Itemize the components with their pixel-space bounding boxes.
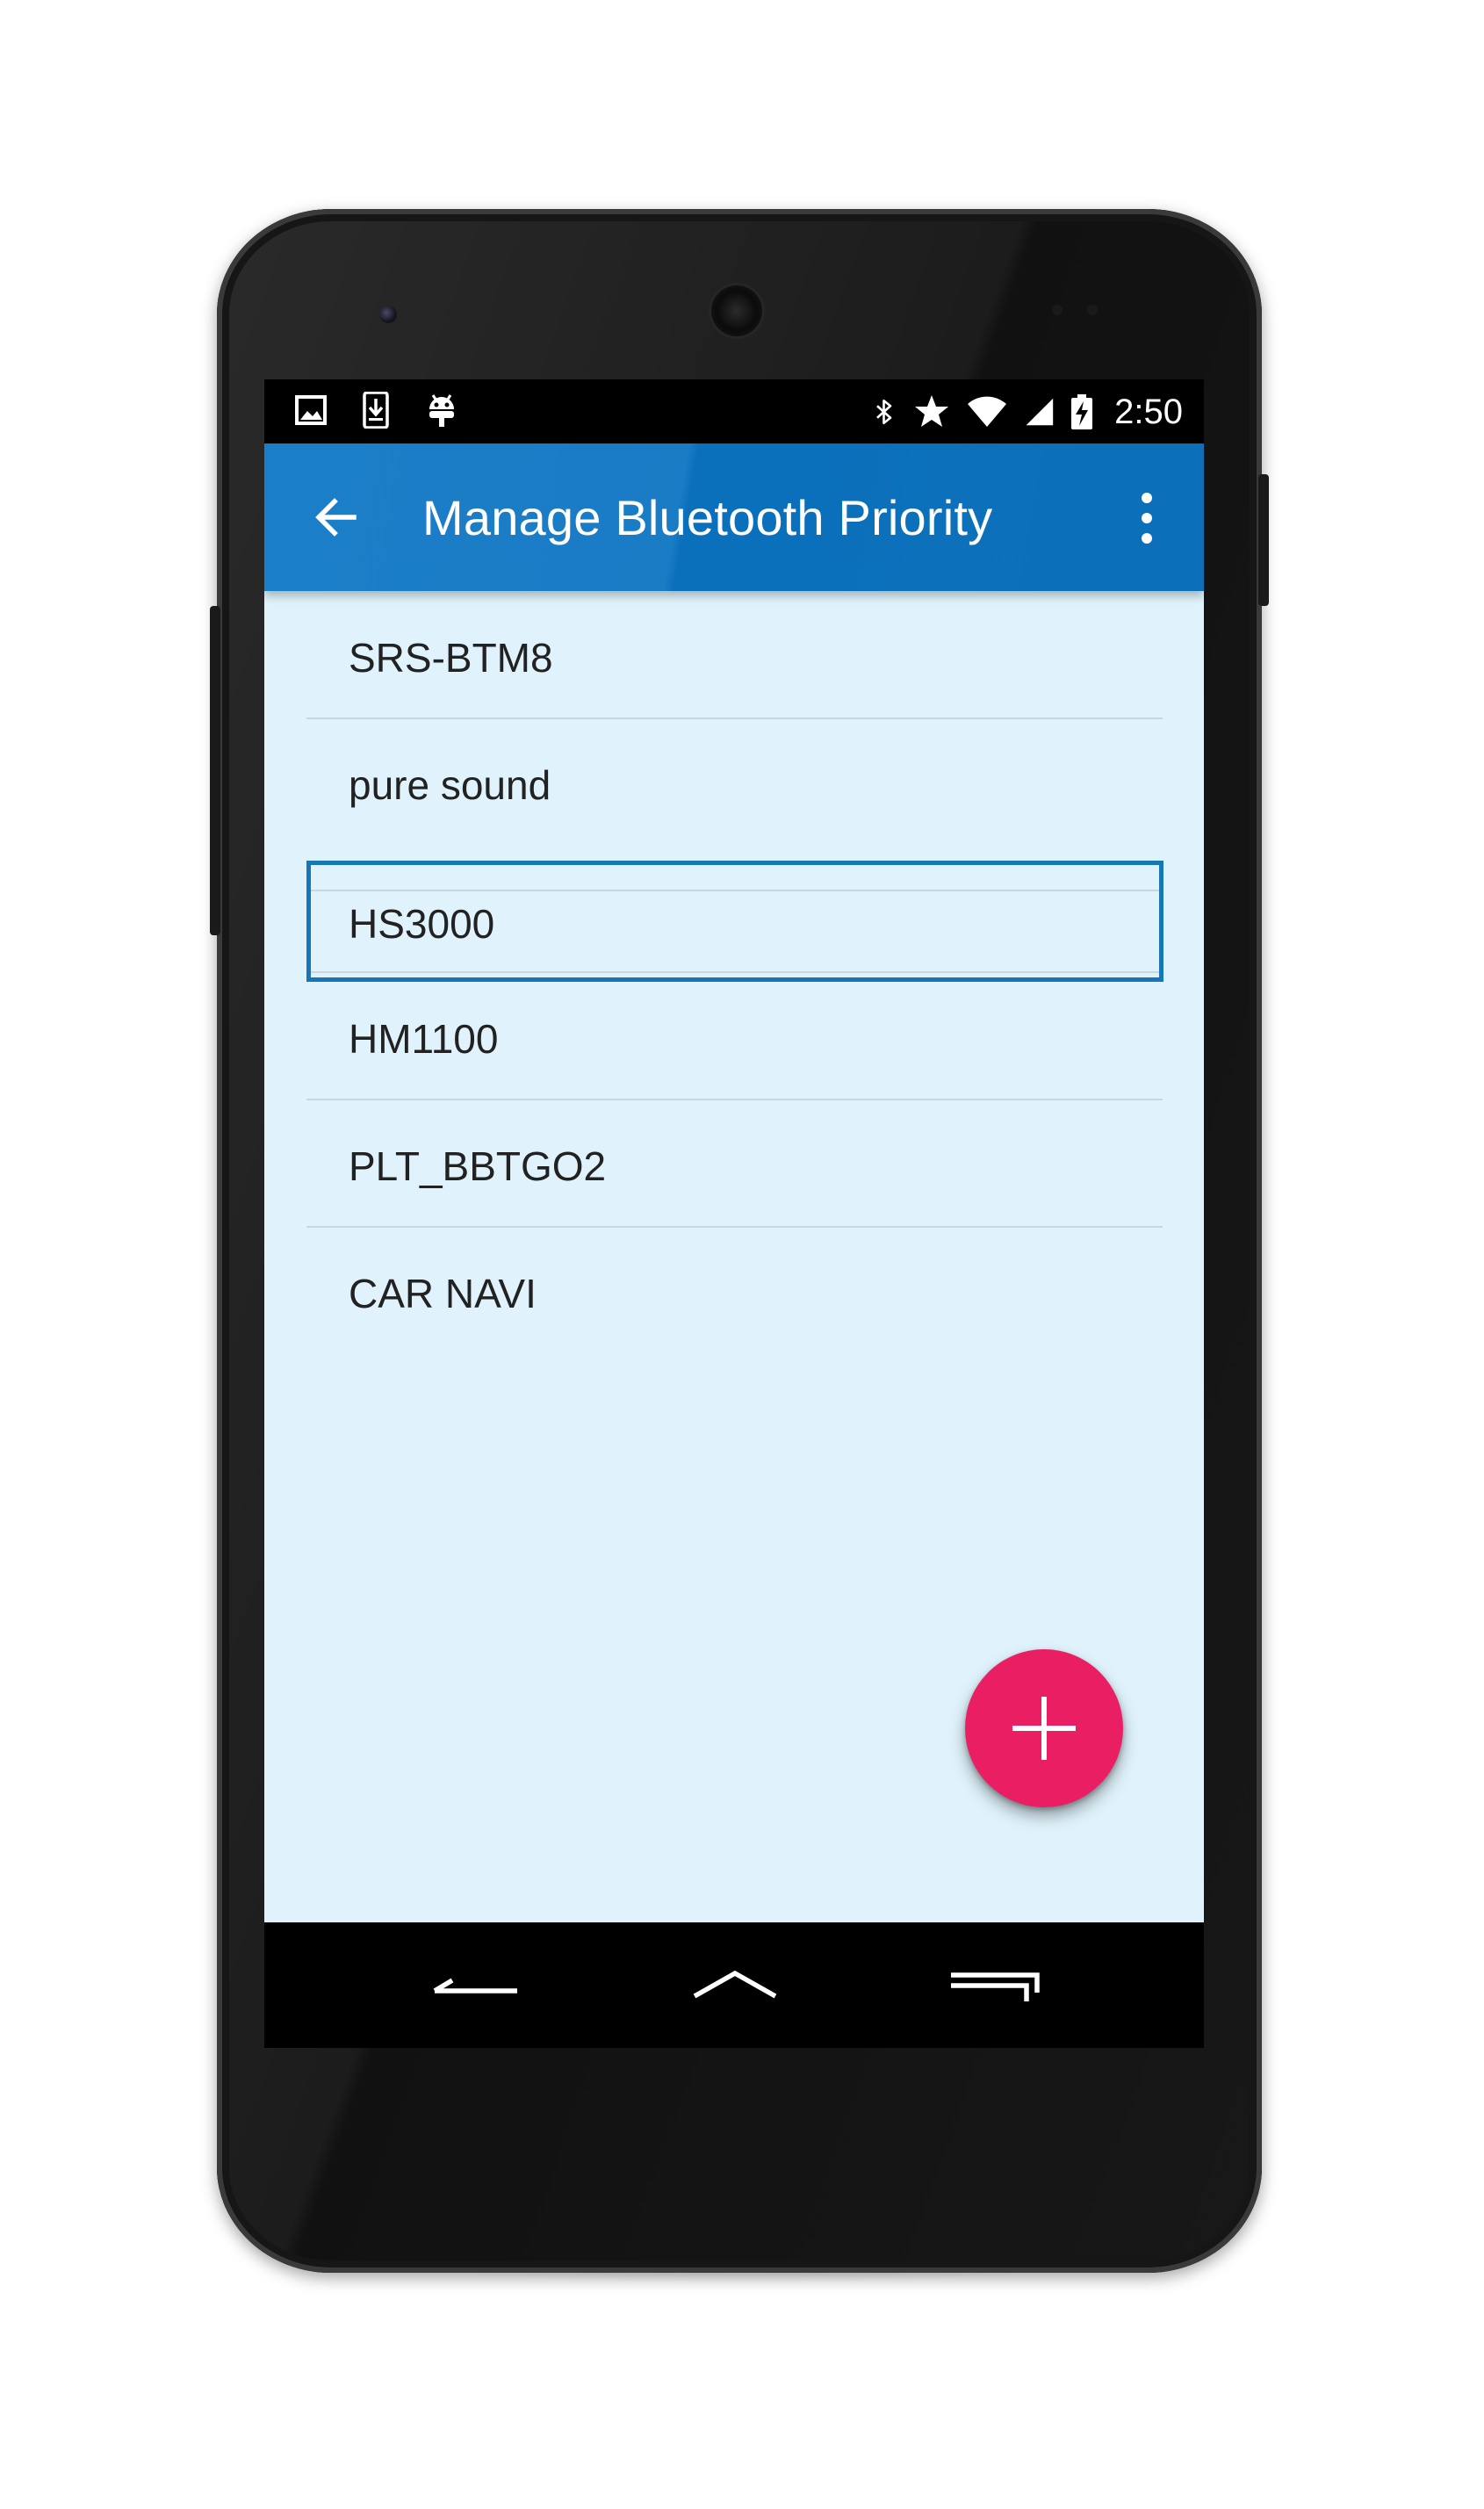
device-name: CAR NAVI	[349, 1271, 537, 1316]
nav-home-icon[interactable]	[682, 1956, 788, 2017]
device-name: HM1100	[349, 1016, 499, 1062]
status-bar: 2:50	[264, 379, 1204, 443]
list-item[interactable]: PLT_BBTGO2	[306, 1099, 1163, 1228]
star-icon	[915, 395, 949, 427]
nav-recents-icon[interactable]	[944, 1956, 1049, 2017]
screen: 2:50 Manage Bluetooth Priority SRS-BTM8 …	[264, 379, 1204, 2048]
power-button	[1258, 474, 1269, 606]
add-icon	[1012, 1697, 1076, 1760]
dragged-list-item[interactable]: HS3000	[306, 861, 1163, 982]
divider	[311, 890, 1159, 891]
earpiece-speaker	[711, 285, 762, 336]
status-time: 2:50	[1114, 392, 1183, 431]
nav-back-icon[interactable]	[421, 1956, 526, 2017]
list-item[interactable]: HM1100	[306, 971, 1163, 1100]
app-bar: Manage Bluetooth Priority	[264, 443, 1204, 591]
more-vert-icon[interactable]	[1129, 487, 1164, 549]
bluetooth-icon	[876, 399, 892, 425]
volume-button	[210, 606, 220, 935]
front-camera	[379, 306, 397, 323]
device-name: PLT_BBTGO2	[349, 1143, 607, 1189]
device-name: pure sound	[349, 762, 551, 808]
add-button[interactable]	[965, 1649, 1123, 1807]
wifi-icon	[968, 396, 1007, 427]
list-item[interactable]: SRS-BTM8	[306, 590, 1163, 719]
list-item[interactable]: CAR NAVI	[306, 1226, 1163, 1353]
download-icon	[363, 392, 389, 429]
list-item[interactable]: pure sound	[306, 717, 1163, 845]
page-title: Manage Bluetooth Priority	[422, 490, 993, 545]
navigation-bar	[264, 1922, 1204, 2048]
battery-charging-icon	[1071, 394, 1093, 429]
device-name: SRS-BTM8	[349, 635, 553, 681]
arrow-back-icon[interactable]	[308, 489, 364, 545]
proximity-sensor	[1052, 305, 1063, 315]
device-name: HS3000	[349, 901, 495, 947]
image-icon	[295, 395, 327, 425]
cell-signal-icon	[1026, 398, 1054, 426]
android-debug-icon	[429, 394, 454, 427]
light-sensor	[1087, 305, 1098, 315]
